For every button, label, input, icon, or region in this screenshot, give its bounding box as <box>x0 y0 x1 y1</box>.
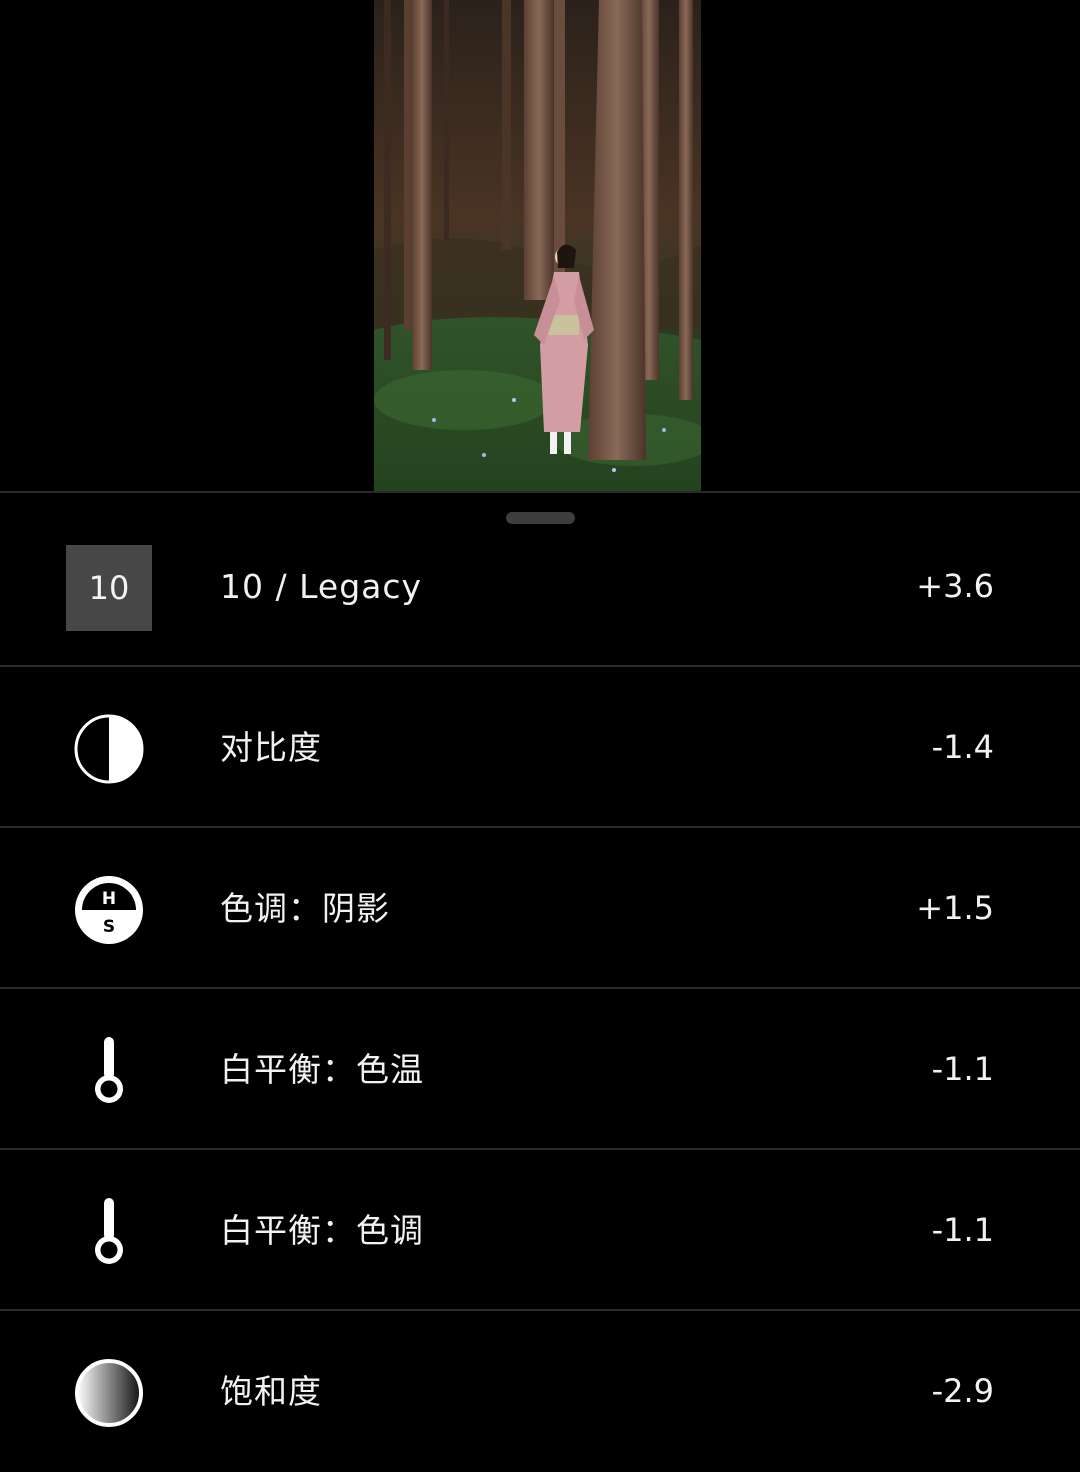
photo-preview[interactable] <box>374 0 701 491</box>
adjustment-label: 色调：阴影 <box>220 889 390 928</box>
hs-tone-letter-s: S <box>103 917 115 937</box>
adjustment-row-contrast[interactable]: 对比度 -1.4 <box>0 667 1080 828</box>
adjustment-row-wb-temperature[interactable]: 白平衡：色温 -1.1 <box>0 989 1080 1150</box>
hs-tone-letter-h: H <box>102 889 116 909</box>
adjustment-value: -1.1 <box>931 1211 994 1249</box>
preset-badge: 10 <box>66 545 152 631</box>
thermometer-icon <box>66 1189 152 1275</box>
saturation-icon <box>66 1350 152 1436</box>
adjustment-label: 10 / Legacy <box>220 567 423 606</box>
adjustments-sheet: 10 10 / Legacy +3.6 对比度 -1.4 H S 色调：阴影 +… <box>0 491 1080 1439</box>
adjustment-label: 白平衡：色调 <box>220 1211 424 1250</box>
adjustment-row-saturation[interactable]: 饱和度 -2.9 <box>0 1311 1080 1472</box>
forest-portrait-image <box>374 0 701 491</box>
adjustment-list: 10 10 / Legacy +3.6 对比度 -1.4 H S 色调：阴影 +… <box>0 506 1080 1472</box>
adjustment-label: 对比度 <box>220 728 322 767</box>
adjustment-label: 白平衡：色温 <box>220 1050 424 1089</box>
adjustment-row-tone-shadows[interactable]: H S 色调：阴影 +1.5 <box>0 828 1080 989</box>
adjustment-row-wb-tint[interactable]: 白平衡：色调 -1.1 <box>0 1150 1080 1311</box>
hs-tone-icon: H S <box>66 867 152 953</box>
adjustment-value: +1.5 <box>916 889 994 927</box>
adjustment-value: -1.4 <box>931 728 994 766</box>
adjustment-value: -2.9 <box>931 1372 994 1410</box>
preset-icon: 10 <box>66 545 152 631</box>
photo-preview-area <box>0 0 1080 491</box>
thermometer-icon <box>66 1028 152 1114</box>
adjustment-value: -1.1 <box>931 1050 994 1088</box>
adjustment-label: 饱和度 <box>220 1372 322 1411</box>
adjustment-row-preset[interactable]: 10 10 / Legacy +3.6 <box>0 506 1080 667</box>
contrast-icon <box>66 706 152 792</box>
adjustment-value: +3.6 <box>916 567 994 605</box>
